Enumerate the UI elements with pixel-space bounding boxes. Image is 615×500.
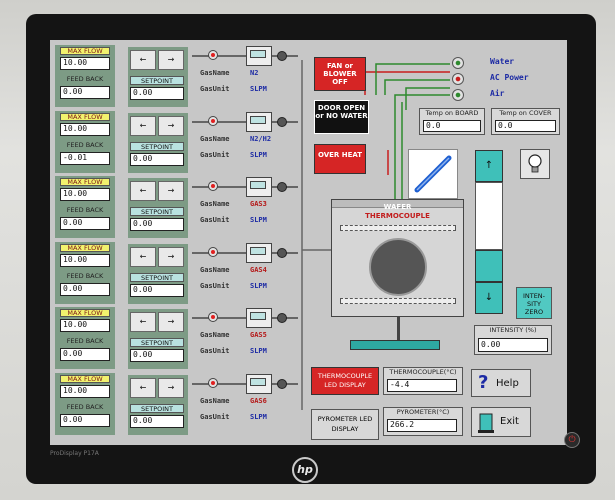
temp-board-panel: Temp on BOARD 0.0 <box>419 108 485 135</box>
wand-tool[interactable] <box>408 149 458 199</box>
intensity-down-button[interactable]: ↓ <box>475 282 503 314</box>
exit-door-icon <box>478 413 494 433</box>
control-screen: MAX FLOW 10.00 FEED BACK 0.00 ← → SETPOI… <box>50 40 567 445</box>
pyrometer-label: PYROMETER(°C) <box>396 408 450 416</box>
pyrometer-value: 266.2 <box>387 419 457 432</box>
temp-board-value: 0.0 <box>423 120 481 132</box>
intensity-mid-block <box>475 250 503 282</box>
wafer-label: WAFER <box>383 203 412 211</box>
ac-power-label: AC Power <box>490 73 529 82</box>
fan-blower-alarm[interactable]: FAN or BLOWER OFF <box>314 57 366 91</box>
water-led <box>452 57 464 69</box>
help-icon: ? <box>478 372 489 393</box>
water-label: Water <box>490 57 515 66</box>
air-label: Air <box>490 89 505 98</box>
help-label: Help <box>496 378 519 389</box>
door-water-alarm[interactable]: DOOR OPEN or NO WATER <box>314 100 369 134</box>
wand-icon <box>414 155 452 193</box>
pyrometer-panel: PYROMETER(°C) 266.2 <box>383 407 463 436</box>
temp-cover-label: Temp on COVER <box>499 109 552 117</box>
pyrometer-led-button[interactable]: PYROMETER LED DISPLAY <box>311 409 379 440</box>
light-bulb-icon <box>528 154 542 173</box>
thermocouple-panel: THERMOCOUPLE(°C) -4.4 <box>383 367 463 395</box>
photo-scene: MAX FLOW 10.00 FEED BACK 0.00 ← → SETPOI… <box>0 0 615 500</box>
temp-cover-panel: Temp on COVER 0.0 <box>491 108 560 135</box>
thermocouple-value: -4.4 <box>387 379 457 392</box>
monitor-model-label: ProDisplay P17A <box>50 450 99 457</box>
intensity-panel: INTENSITY (%) 0.00 <box>474 325 552 355</box>
lower-lamp-array <box>340 298 456 304</box>
help-button[interactable]: ? Help <box>471 369 531 397</box>
exit-button[interactable]: Exit <box>471 407 531 437</box>
intensity-label: INTENSITY (%) <box>489 326 537 334</box>
temp-board-label: Temp on BOARD <box>425 109 479 117</box>
power-icon[interactable]: ⏻ <box>564 432 580 448</box>
temp-cover-value: 0.0 <box>495 120 556 132</box>
intensity-value: 0.00 <box>478 338 548 352</box>
intensity-level-bar <box>475 182 503 250</box>
thermocouple-led-button[interactable]: THERMOCOUPLE LED DISPLAY <box>311 367 379 395</box>
chamber-base <box>350 340 440 350</box>
chamber-stand <box>397 317 400 340</box>
ac-power-led <box>452 73 464 85</box>
thermocouple-label: THERMOCOUPLE(°C) <box>389 368 457 376</box>
chamber-diagram: WAFER THERMOCOUPLE <box>331 199 464 317</box>
intensity-zero-button[interactable]: INTEN-SITY ZERO <box>516 287 552 319</box>
exit-label: Exit <box>500 416 519 427</box>
air-led <box>452 89 464 101</box>
upper-lamp-array <box>340 225 456 231</box>
over-heat-alarm[interactable]: OVER HEAT <box>314 144 366 174</box>
intensity-up-button[interactable]: ↑ <box>475 150 503 182</box>
thermocouple-chamber-label: THERMOCOUPLE <box>365 212 430 220</box>
hp-logo: hp <box>292 457 318 483</box>
wafer-disc <box>369 238 427 296</box>
lamp-button[interactable] <box>520 149 550 179</box>
